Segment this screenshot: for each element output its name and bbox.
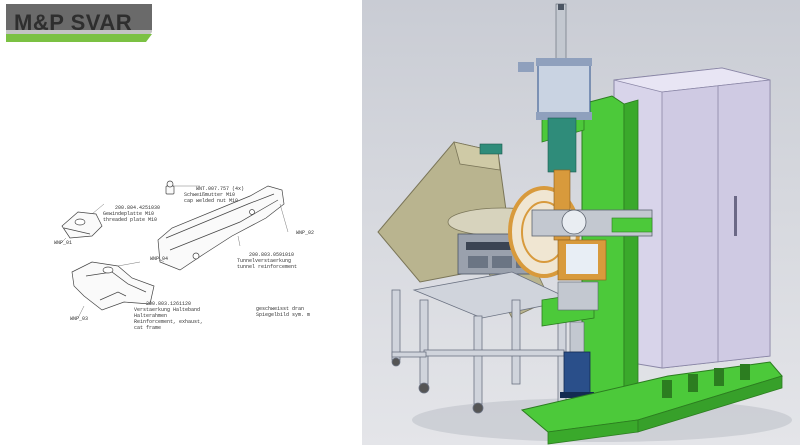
part-description: Gewindeplatte M10 threaded plate M10 bbox=[103, 211, 158, 223]
part-label-threaded-plate: 200.804.4251030 Gewindeplatte M10 threade… bbox=[103, 199, 160, 229]
drawing-note: geschweisst dran Spiegelbild sym. m bbox=[256, 306, 311, 318]
parts-drawing bbox=[59, 180, 289, 319]
part-label-exhaust-bracket: 200.803.1261120 Verstaerkung Halteband Ha… bbox=[134, 295, 203, 337]
part-description: Verstaerkung Halteband Halterahmen Reinf… bbox=[134, 307, 204, 331]
part-description: Tunnelverstaerkung tunnel reinforcement bbox=[237, 258, 298, 270]
part-label-tunnel-reinforcement: 200.803.0591010 Tunnelverstaerkung tunnel… bbox=[237, 246, 297, 276]
threaded-plate-part bbox=[61, 211, 103, 239]
view-tag: WNP_01 bbox=[54, 240, 73, 246]
welding-machine-render bbox=[377, 3, 792, 445]
view-tag: WNP_02 bbox=[296, 230, 315, 236]
view-tag: WNP_04 bbox=[150, 256, 169, 262]
technical-drawing-panel: M&P SVAR 200.804.4251030 Gewindeplatte M… bbox=[0, 0, 362, 445]
cap-nut-part bbox=[165, 180, 175, 195]
part-label-cap-nut: WNT.007.757 (4x) Schweißmutter M10 cap we… bbox=[184, 180, 244, 210]
part-description: Schweißmutter M10 cap welded nut M10 bbox=[184, 192, 239, 204]
view-tag: WNP_03 bbox=[70, 316, 89, 322]
steel-table-frame bbox=[391, 271, 574, 416]
machine-render-panel bbox=[362, 0, 800, 445]
